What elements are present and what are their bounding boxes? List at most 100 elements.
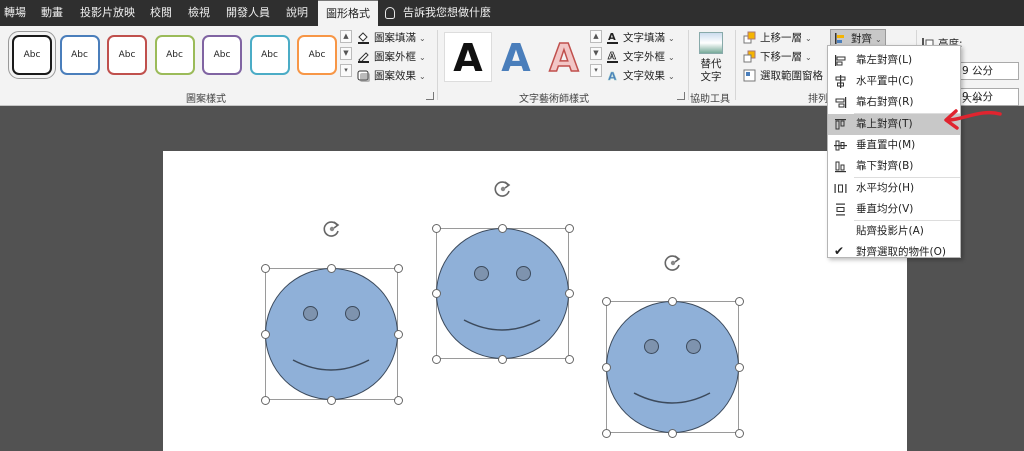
svg-text:A: A — [608, 70, 617, 82]
dialog-launcher-icon[interactable] — [426, 92, 434, 100]
wordart-gallery-more[interactable]: ▾ — [590, 64, 602, 77]
menu-item-label: 靠左對齊(L) — [856, 54, 913, 66]
resize-handle[interactable] — [393, 329, 403, 339]
bring-forward-button[interactable]: 上移一層 ⌄ — [743, 29, 812, 47]
group-divider — [688, 30, 689, 100]
resize-handle[interactable] — [431, 289, 441, 298]
dialog-launcher-icon[interactable] — [677, 92, 685, 100]
shape-style-swatch[interactable]: Abc — [107, 35, 147, 75]
resize-handle[interactable] — [668, 296, 677, 306]
chevron-down-icon: ⌄ — [805, 53, 812, 62]
align-label: 對齊 — [851, 33, 872, 45]
resize-handle[interactable] — [564, 289, 574, 298]
gallery-up-button[interactable]: ▲ — [340, 30, 352, 43]
bring-forward-icon — [743, 31, 756, 43]
selection-pane-label: 選取範圍窗格 — [760, 70, 823, 82]
shape-style-swatch[interactable]: Abc — [154, 35, 195, 75]
align-top-icon — [835, 119, 846, 130]
menu-item-align-left[interactable]: 靠左對齊(L) — [828, 50, 960, 71]
menu-item-align-top[interactable]: 靠上對齊(T) — [828, 114, 960, 135]
tab-view[interactable]: 檢視 — [188, 0, 210, 26]
resize-handle[interactable] — [498, 223, 507, 233]
annotation-arrow — [944, 109, 1002, 130]
smiley-face-3[interactable] — [606, 301, 739, 433]
resize-handle[interactable] — [260, 395, 270, 405]
resize-handle[interactable] — [668, 428, 677, 438]
wordart-style-red-outline[interactable]: A — [542, 34, 586, 82]
smiley-face-2[interactable] — [436, 228, 569, 359]
size-group-label: 大小 — [962, 94, 982, 105]
tab-shape-format[interactable]: 圖形格式 — [318, 0, 378, 26]
resize-handle[interactable] — [734, 428, 744, 438]
resize-handle[interactable] — [431, 354, 441, 364]
text-fill-button[interactable]: A 文字填滿 ⌄ — [606, 29, 675, 47]
wordart-group-label: 文字藝術師樣式 — [519, 94, 589, 105]
resize-handle[interactable] — [601, 428, 611, 438]
distribute-vertical-icon — [836, 203, 845, 216]
shape-style-swatch[interactable]: Abc — [59, 35, 100, 75]
smiley-face-1[interactable] — [265, 268, 398, 400]
selection-pane-button[interactable]: 選取範圍窗格 — [743, 67, 823, 85]
shape-fill-button[interactable]: 圖案填滿 ⌄ — [357, 29, 426, 47]
menu-item-distribute-vertically[interactable]: 垂直均分(V) — [828, 199, 960, 220]
shape-style-swatch[interactable]: Abc — [249, 35, 290, 75]
tab-developer[interactable]: 開發人員 — [226, 0, 270, 26]
resize-handle[interactable] — [327, 263, 336, 273]
tab-help[interactable]: 說明 — [286, 0, 308, 26]
shape-style-swatch[interactable]: Abc — [202, 35, 242, 75]
menu-item-align-to-slide[interactable]: 貼齊投影片(A) — [828, 221, 960, 242]
resize-handle[interactable] — [734, 362, 744, 372]
wordart-style-blue[interactable]: A — [494, 34, 538, 82]
menu-item-align-right[interactable]: 靠右對齊(R) — [828, 92, 960, 113]
align-left-icon — [835, 55, 846, 66]
shape-effects-button[interactable]: 圖案效果 ⌄ — [357, 67, 426, 85]
rotate-handle-icon[interactable] — [322, 219, 342, 239]
menu-item-distribute-horizontally[interactable]: 水平均分(H) — [828, 178, 960, 199]
send-backward-button[interactable]: 下移一層 ⌄ — [743, 48, 812, 66]
wordart-gallery-up[interactable]: ▲ — [590, 30, 602, 43]
menu-item-label: 貼齊投影片(A) — [856, 225, 924, 237]
smiley-eye-left-3 — [644, 339, 659, 354]
alt-text-button[interactable]: 替代 文字 — [696, 58, 726, 84]
chevron-down-icon: ⌄ — [875, 35, 882, 44]
rotate-handle-icon[interactable] — [663, 253, 683, 273]
menu-item-align-selected-objects[interactable]: ✔ 對齊選取的物件(O) — [828, 242, 960, 263]
tell-me-search[interactable]: 告訴我您想做什麼 — [385, 0, 491, 26]
resize-handle[interactable] — [327, 395, 336, 405]
resize-handle[interactable] — [431, 223, 441, 233]
wordart-gallery-down[interactable]: ▼ — [590, 47, 602, 60]
resize-handle[interactable] — [601, 362, 611, 372]
tab-slideshow[interactable]: 投影片放映 — [80, 0, 135, 26]
resize-handle[interactable] — [393, 395, 403, 405]
resize-handle[interactable] — [564, 223, 574, 233]
gallery-down-button[interactable]: ▼ — [340, 47, 352, 60]
resize-handle[interactable] — [601, 296, 611, 306]
selection-pane-icon — [743, 69, 756, 81]
align-dropdown-menu: 靠左對齊(L) 水平置中(C) 靠右對齊(R) 靠上對齊(T) 垂直置中(M) … — [827, 45, 961, 258]
menu-item-align-middle[interactable]: 垂直置中(M) — [828, 135, 960, 156]
text-effects-button[interactable]: A 文字效果 ⌄ — [606, 67, 675, 85]
resize-handle[interactable] — [260, 329, 270, 339]
height-input[interactable]: 9 公分 — [957, 62, 1019, 80]
alt-text-icon[interactable] — [699, 32, 723, 54]
menu-item-align-bottom[interactable]: 靠下對齊(B) — [828, 156, 960, 177]
resize-handle[interactable] — [734, 296, 744, 306]
pen-icon — [358, 51, 369, 63]
gallery-more-button[interactable]: ▾ — [340, 64, 352, 77]
resize-handle[interactable] — [498, 354, 507, 364]
ribbon-tab-bar: 轉場 動畫 投影片放映 校閱 檢視 開發人員 說明 圖形格式 告訴我您想做什麼 — [0, 0, 1024, 26]
smiley-mouth-1 — [292, 359, 370, 371]
rotate-handle-icon[interactable] — [493, 179, 513, 199]
resize-handle[interactable] — [260, 263, 270, 273]
resize-handle[interactable] — [564, 354, 574, 364]
shape-outline-button[interactable]: 圖案外框 ⌄ — [357, 48, 426, 66]
menu-item-align-center[interactable]: 水平置中(C) — [828, 71, 960, 92]
tab-animations[interactable]: 動畫 — [41, 0, 63, 26]
text-fill-icon: A — [607, 32, 618, 44]
shape-style-swatch[interactable]: Abc — [8, 31, 56, 79]
text-outline-button[interactable]: A 文字外框 ⌄ — [606, 48, 675, 66]
tab-transitions[interactable]: 轉場 — [4, 0, 26, 26]
shape-style-swatch[interactable]: Abc — [297, 35, 337, 75]
resize-handle[interactable] — [393, 263, 403, 273]
tab-review[interactable]: 校閱 — [150, 0, 172, 26]
